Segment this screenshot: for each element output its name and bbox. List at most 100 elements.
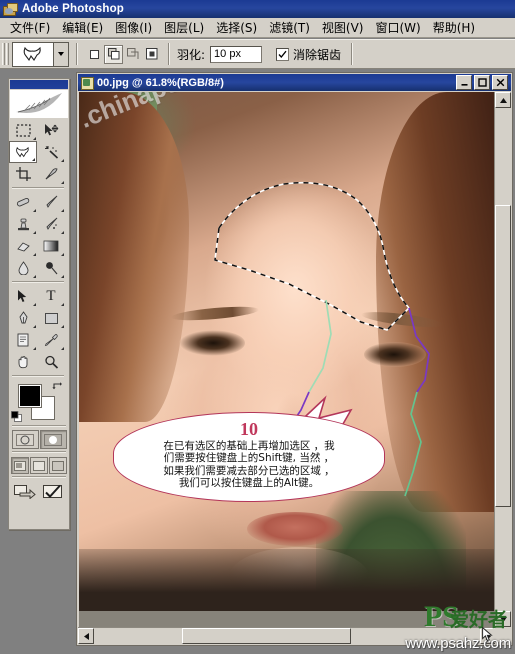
edit-in-imageready-button[interactable] [41,483,65,499]
menu-file[interactable]: 文件(F) [4,17,56,38]
shape-tool[interactable] [37,307,65,329]
image-document-icon [81,76,94,90]
tool-preset-dropdown[interactable] [54,41,69,67]
minimize-button[interactable] [456,75,472,90]
callout-line-2: 们需要按住键盘上的Shift键, 当然 ， [163,452,335,465]
rectangular-marquee-tool[interactable] [9,119,37,141]
brush-tool[interactable] [37,191,65,213]
image-canvas[interactable]: .chinaps.net [79,92,494,611]
horizontal-scroll-thumb[interactable] [182,628,351,644]
type-t-icon: T [46,287,56,304]
callout-line-1: 在已有选区的基础上再增加选区 ，我 [163,440,335,452]
options-divider-2 [168,43,170,65]
zoom-tool[interactable] [37,351,65,373]
gradient-icon [43,240,59,252]
healing-brush-tool[interactable] [9,191,37,213]
scroll-down-button[interactable] [495,611,511,627]
intersect-selection-button[interactable] [142,44,161,64]
dodge-tool[interactable] [37,257,65,279]
checkmark-icon [43,484,62,498]
crop-tool[interactable] [9,163,37,185]
feather-label: 羽化: [177,47,206,62]
move-tool[interactable] [37,119,65,141]
instruction-callout: 10 在已有选区的基础上再增加选区 ，我 们需要按住键盘上的Shift键, 当然… [113,394,385,502]
menu-window[interactable]: 窗口(W) [369,17,426,38]
menu-view[interactable]: 视图(V) [316,17,370,38]
selection-mode-group [85,44,161,64]
lasso-tool[interactable] [9,141,37,163]
callout-number: 10 [240,419,258,439]
history-brush-icon [45,217,57,230]
antialias-checkbox-row[interactable]: 消除锯齿 [276,46,341,63]
hand-tool[interactable] [9,351,37,373]
swap-colors-icon[interactable] [52,381,63,392]
close-icon [496,78,504,87]
canvas-viewport[interactable]: .chinaps.net [79,92,510,627]
feather-input[interactable]: 10 px [210,45,263,63]
type-tool[interactable]: T [37,285,65,307]
tool-options-bar: 羽化: 10 px 消除锯齿 [0,39,515,69]
notes-icon [17,333,29,347]
minimize-icon [461,84,467,86]
close-button[interactable] [492,75,508,90]
scroll-up-button[interactable] [495,92,511,108]
eyedropper-tool[interactable] [37,329,65,351]
notes-tool[interactable] [9,329,37,351]
maximize-button[interactable] [474,75,490,90]
options-bar-grip[interactable] [2,43,9,65]
full-screen-menu-icon [33,460,45,471]
brush-icon [45,195,57,208]
app-title-bar: Adobe Photoshop [0,0,515,18]
foreground-color-swatch[interactable] [18,384,42,408]
menu-filter[interactable]: 滤镜(T) [263,17,316,38]
path-selection-tool[interactable] [9,285,37,307]
vertical-scrollbar[interactable] [494,92,511,627]
new-selection-button[interactable] [85,44,104,64]
menu-bar: 文件(F) 编辑(E) 图像(I) 图层(L) 选择(S) 滤镜(T) 视图(V… [0,18,515,38]
document-title-bar[interactable]: 00.jpg @ 61.8%(RGB/8#) [78,74,511,91]
callout-line-3: 如果我们需要减去部分已选的区域 ， [163,464,335,477]
magic-wand-tool[interactable] [37,141,65,163]
scroll-right-button[interactable] [480,628,496,644]
selection-paths-overlay [214,181,430,497]
subtract-from-selection-icon [126,48,138,59]
subtract-from-selection-button[interactable] [123,44,142,64]
toolbox-title-bar[interactable] [10,80,68,89]
antialias-checkbox[interactable] [276,47,290,61]
full-screen-menubar-mode[interactable] [30,457,48,474]
tool-preset-picker[interactable] [12,41,54,67]
horizontal-scrollbar[interactable] [78,627,496,644]
vertical-scroll-thumb[interactable] [495,205,511,507]
menu-image[interactable]: 图像(I) [109,17,158,38]
pen-tool[interactable] [9,307,37,329]
jump-to-imageready-icon [14,484,36,499]
intersect-selection-icon [145,48,157,60]
jump-to-imageready-button[interactable] [13,483,37,499]
magnifier-icon [44,355,58,369]
standard-screen-mode[interactable] [11,457,29,474]
marquee-icon [15,123,31,137]
menu-help[interactable]: 帮助(H) [427,17,481,38]
tool-grid: T [9,119,67,379]
clone-stamp-tool[interactable] [9,213,37,235]
history-brush-tool[interactable] [37,213,65,235]
scroll-left-button[interactable] [78,628,94,644]
full-screen-mode[interactable] [49,457,67,474]
default-colors-icon[interactable] [11,411,22,422]
slice-tool[interactable] [37,163,65,185]
options-divider-1 [76,43,78,65]
menu-edit[interactable]: 编辑(E) [56,17,109,38]
quick-mask-group [9,430,69,449]
menu-select[interactable]: 选择(S) [210,17,263,38]
lasso-icon [16,146,29,157]
quick-mask-mode-button[interactable] [39,430,67,449]
add-to-selection-button[interactable] [104,44,123,64]
eraser-tool[interactable] [9,235,37,257]
menu-layer[interactable]: 图层(L) [158,17,210,38]
feather-illustration-icon [16,93,62,113]
standard-mode-button[interactable] [11,430,39,449]
gradient-tool[interactable] [37,235,65,257]
document-window-buttons [456,75,508,90]
clone-stamp-icon [17,218,29,231]
blur-tool[interactable] [9,257,37,279]
